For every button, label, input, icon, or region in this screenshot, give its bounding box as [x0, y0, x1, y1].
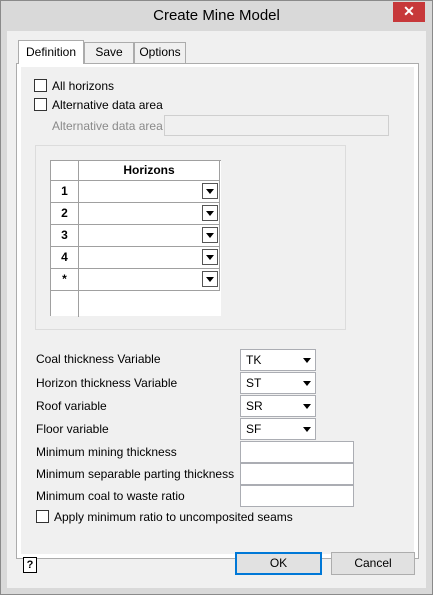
chevron-down-icon: [303, 381, 311, 386]
floor-variable-select[interactable]: SF: [240, 418, 316, 440]
horizon-thickness-select[interactable]: ST: [240, 372, 316, 394]
row-header: *: [51, 269, 79, 291]
horizon-cell[interactable]: [79, 225, 220, 247]
chevron-down-icon: [303, 358, 311, 363]
all-horizons-label: All horizons: [52, 79, 115, 93]
tab-save[interactable]: Save: [84, 42, 134, 63]
dropdown-arrow-icon[interactable]: [202, 227, 218, 243]
alt-data-area-checkbox[interactable]: [34, 98, 47, 111]
cancel-button[interactable]: Cancel: [331, 552, 415, 575]
horizon-cell[interactable]: [79, 181, 220, 203]
min-coal-waste-ratio-input[interactable]: [240, 485, 354, 507]
horizon-thickness-label: Horizon thickness Variable: [36, 376, 178, 390]
dropdown-arrow-icon[interactable]: [202, 205, 218, 221]
all-horizons-checkbox[interactable]: [34, 79, 47, 92]
help-icon[interactable]: ?: [23, 557, 37, 573]
dropdown-arrow-icon[interactable]: [202, 249, 218, 265]
close-button[interactable]: ✕: [393, 2, 425, 22]
coal-thickness-label: Coal thickness Variable: [36, 352, 161, 366]
horizons-column-header: Horizons: [79, 161, 220, 181]
definition-content: All horizons Alternative data area Alter…: [21, 67, 414, 554]
row-header: 2: [51, 203, 79, 225]
chevron-down-icon: [303, 404, 311, 409]
title-bar: Create Mine Model ✕: [1, 1, 432, 31]
coal-thickness-value: TK: [246, 353, 262, 367]
horizon-cell[interactable]: [79, 247, 220, 269]
dropdown-arrow-icon[interactable]: [202, 183, 218, 199]
horizons-group: Horizons 1 2 3 4 *: [35, 145, 346, 330]
grid-corner: [51, 161, 79, 181]
min-mining-thickness-input[interactable]: [240, 441, 354, 463]
min-parting-thickness-label: Minimum separable parting thickness: [36, 467, 235, 481]
dialog-client: Definition Save Options All horizons Alt…: [7, 31, 426, 588]
roof-variable-label: Roof variable: [36, 399, 107, 413]
tab-options[interactable]: Options: [134, 42, 186, 63]
dialog-window: Create Mine Model ✕ Definition Save Opti…: [0, 0, 433, 595]
chevron-down-icon: [303, 427, 311, 432]
apply-ratio-label: Apply minimum ratio to uncomposited seam…: [54, 510, 293, 524]
definition-panel: All horizons Alternative data area Alter…: [16, 63, 419, 559]
alt-data-area-input[interactable]: [164, 115, 389, 136]
ok-button[interactable]: OK: [235, 552, 322, 575]
horizon-thickness-value: ST: [246, 376, 262, 390]
apply-ratio-checkbox[interactable]: [36, 510, 49, 523]
dropdown-arrow-icon[interactable]: [202, 271, 218, 287]
roof-variable-value: SR: [246, 399, 263, 413]
horizon-cell[interactable]: [79, 203, 220, 225]
horizons-grid[interactable]: Horizons 1 2 3 4 *: [50, 160, 221, 317]
row-header-filler: [51, 291, 79, 317]
row-header: 3: [51, 225, 79, 247]
window-title: Create Mine Model: [153, 7, 280, 24]
min-coal-waste-ratio-label: Minimum coal to waste ratio: [36, 489, 185, 503]
min-parting-thickness-input[interactable]: [240, 463, 354, 485]
horizon-cell[interactable]: [79, 269, 220, 291]
floor-variable-value: SF: [246, 422, 262, 436]
row-header: 4: [51, 247, 79, 269]
tab-definition[interactable]: Definition: [18, 40, 84, 64]
min-mining-thickness-label: Minimum mining thickness: [36, 445, 177, 459]
roof-variable-select[interactable]: SR: [240, 395, 316, 417]
coal-thickness-select[interactable]: TK: [240, 349, 316, 371]
alt-data-area-label: Alternative data area: [52, 98, 163, 112]
row-header: 1: [51, 181, 79, 203]
alt-data-area-field-label: Alternative data area: [52, 119, 163, 133]
floor-variable-label: Floor variable: [36, 422, 109, 436]
